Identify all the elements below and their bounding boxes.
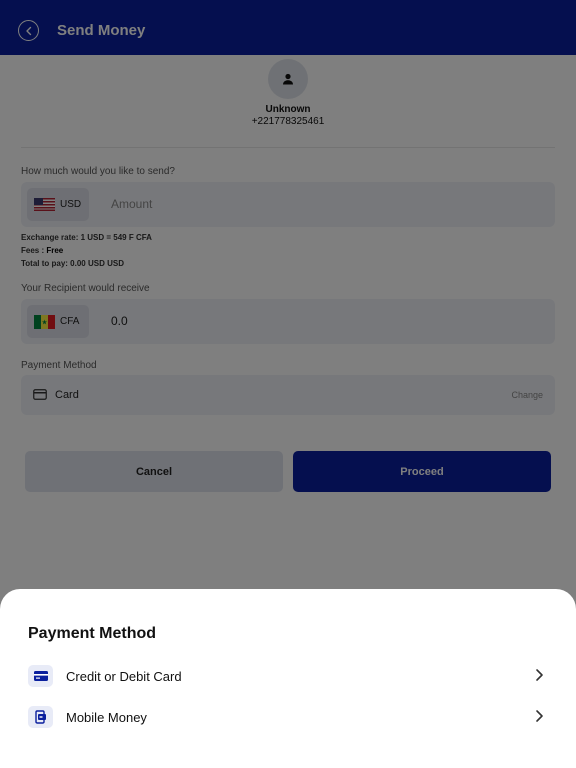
chevron-right-icon — [536, 710, 543, 722]
sheet-title: Payment Method — [28, 625, 157, 642]
option-label: Credit or Debit Card — [66, 668, 182, 684]
chevron-right-icon — [536, 669, 543, 681]
mobile-money-icon — [28, 706, 53, 728]
credit-card-icon — [28, 665, 53, 687]
payment-method-sheet: Payment Method Credit or Debit Card Mobi… — [0, 589, 576, 768]
option-credit-card[interactable]: Credit or Debit Card — [28, 664, 548, 688]
option-mobile-money[interactable]: Mobile Money — [28, 705, 548, 729]
option-label: Mobile Money — [66, 709, 147, 725]
